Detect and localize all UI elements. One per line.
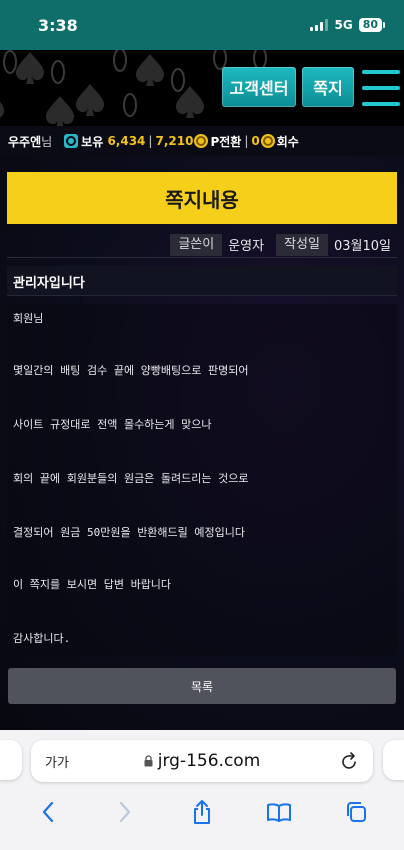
date-value: 03월10일 [333, 239, 391, 254]
message-view: 쪽지내용 글쓴이 운영자 작성일 03월10일 관리자입니다 회원님 몇일간의 … [0, 156, 404, 730]
message-line: 몇일간의 배팅 검수 끝에 양빵배팅으로 판명되어 [13, 364, 249, 377]
message-line: 이 쪽지를 보시면 답변 바랍니다 [13, 578, 172, 591]
browser-nav-toolbar [0, 792, 404, 832]
message-meta: 글쓴이 운영자 작성일 03월10일 [7, 232, 397, 258]
message-line: 회의 끝에 회원분들의 원금은 돌려드리는 것으로 [13, 472, 249, 485]
share-button[interactable] [182, 792, 222, 832]
message-line: 감사합니다. [13, 632, 71, 645]
count-value: 0 [251, 134, 260, 148]
tabs-button[interactable] [336, 792, 376, 832]
coin-icon [260, 134, 275, 148]
message-line: 결정되어 원금 50만원을 반환해드릴 예정입니다 [13, 526, 246, 539]
date-label: 작성일 [276, 233, 328, 256]
forward-button[interactable] [105, 792, 145, 832]
reload-icon[interactable] [341, 751, 359, 771]
browser-toolbar: 가가 jrg-156.com [0, 730, 404, 850]
coin-icon [194, 134, 209, 148]
message-line: 회원님 [13, 312, 44, 325]
back-button[interactable] [28, 792, 68, 832]
next-tab-preview[interactable] [383, 740, 404, 780]
separator: | [148, 134, 153, 148]
network-label: 5G [334, 18, 353, 32]
chevron-right-icon [120, 801, 131, 823]
lock-icon [144, 755, 153, 767]
message-button[interactable]: 쪽지 [302, 67, 354, 107]
site-header: 고객센터 쪽지 [0, 50, 404, 126]
status-bar: 3:38 5G 80 [0, 0, 404, 50]
status-time: 3:38 [38, 15, 78, 35]
url-text: jrg-156.com [157, 751, 261, 771]
tabs-icon [346, 802, 366, 822]
recover-link[interactable]: 회수 [277, 133, 299, 150]
author-label: 글쓴이 [170, 233, 223, 256]
share-icon [193, 800, 210, 824]
separator: | [244, 134, 249, 148]
battery-icon: 80 [358, 18, 386, 32]
wallet-icon [64, 134, 79, 148]
points-value: 7,210 [155, 134, 194, 148]
holding-label: 보유 [81, 134, 104, 149]
previous-tab-preview[interactable] [0, 740, 22, 780]
chevron-left-icon [43, 801, 54, 823]
author-value: 운영자 [228, 239, 265, 254]
holding-value: 6,434 [107, 134, 146, 148]
status-indicators: 5G 80 [310, 18, 386, 32]
message-body: 회원님 몇일간의 배팅 검수 끝에 양빵배팅으로 판명되어 사이트 규정대로 전… [7, 304, 397, 656]
user-name: 우주엔 [8, 134, 42, 149]
message-title: 관리자입니다 [7, 266, 397, 296]
hamburger-menu-icon[interactable] [362, 70, 400, 106]
bookmarks-button[interactable] [259, 792, 299, 832]
address-bar[interactable]: 가가 jrg-156.com [31, 740, 373, 782]
point-convert-link[interactable]: P전환 [210, 133, 241, 150]
list-button[interactable]: 목록 [8, 668, 396, 704]
url-display[interactable]: jrg-156.com [31, 751, 373, 771]
message-line: 사이트 규정대로 전액 몰수하는게 맞으나 [13, 418, 212, 431]
user-info-bar: 우주엔 님 보유 6,434 | 7,210 P전환 | 0 회수 [0, 126, 404, 156]
user-name-suffix: 님 [41, 134, 53, 149]
book-icon [266, 803, 291, 822]
signal-icon [310, 19, 329, 31]
customer-center-button[interactable]: 고객센터 [222, 67, 296, 107]
page-title: 쪽지내용 [7, 172, 397, 224]
